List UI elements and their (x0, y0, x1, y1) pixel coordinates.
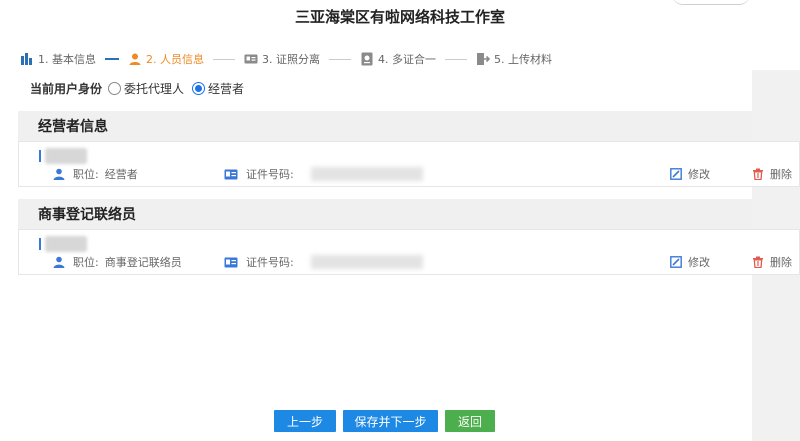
redacted-name (45, 148, 87, 164)
redacted-id-number (311, 167, 423, 181)
step-connector (329, 58, 351, 60)
position-field: 职位: 经营者 (53, 167, 138, 181)
name-marker (39, 238, 41, 250)
user-icon (53, 256, 65, 268)
edit-label[interactable]: 修改 (688, 166, 710, 182)
person-icon (129, 53, 141, 65)
trash-icon (753, 256, 763, 268)
radio-agent[interactable] (108, 81, 122, 95)
step-label: 4. 多证合一 (378, 53, 436, 66)
radio-agent-label[interactable]: 委托代理人 (124, 80, 184, 97)
edit-button[interactable]: 修改 (670, 167, 710, 181)
delete-button[interactable]: 删除 (752, 255, 792, 269)
redacted-id-number (311, 255, 423, 269)
step-label: 1. 基本信息 (38, 53, 96, 66)
id-number-field: 证件号码: (224, 255, 294, 269)
edit-button[interactable]: 修改 (670, 255, 710, 269)
page-title: 三亚海棠区有啦网络科技工作室 (294, 8, 505, 26)
edit-icon (670, 256, 682, 268)
step-connector (445, 58, 467, 60)
step-connector (213, 58, 235, 60)
step-label: 3. 证照分离 (262, 53, 320, 66)
name-marker (39, 150, 41, 162)
identity-selector: 当前用户身份 委托代理人 经营者 (30, 80, 250, 96)
position-label: 职位: (73, 256, 99, 269)
step-personnel-info[interactable]: 2. 人员信息 (128, 51, 204, 67)
section-header-liaison: 商事登记联络员 (18, 199, 752, 229)
position-field: 职位: 商事登记联络员 (53, 255, 182, 269)
section-header-operator: 经营者信息 (18, 111, 752, 141)
save-next-button[interactable]: 保存并下一步 (343, 410, 438, 432)
step-basic-info[interactable]: 1. 基本信息 (20, 51, 96, 67)
id-card-icon (224, 257, 238, 267)
step-license-separation[interactable]: 3. 证照分离 (244, 51, 320, 67)
user-icon (53, 168, 65, 180)
radio-operator[interactable] (192, 81, 206, 95)
person-card-operator: 职位: 经营者 证件号码: 修改 删除 (18, 141, 800, 187)
step-label: 2. 人员信息 (146, 53, 204, 66)
position-value: 经营者 (104, 168, 138, 181)
id-card-icon (244, 54, 258, 64)
id-number-label: 证件号码: (246, 256, 294, 269)
edit-label[interactable]: 修改 (688, 254, 710, 270)
position-value: 商事登记联络员 (104, 256, 182, 269)
edit-icon (670, 168, 682, 180)
top-right-decoration (672, 0, 750, 5)
delete-label[interactable]: 删除 (770, 254, 792, 270)
back-button[interactable]: 返回 (445, 410, 495, 432)
certificate-icon (361, 52, 373, 66)
identity-label: 当前用户身份 (30, 81, 103, 96)
step-connector (105, 58, 119, 60)
redacted-name (45, 236, 87, 252)
section-title: 经营者信息 (38, 119, 108, 135)
step-upload-materials[interactable]: 5. 上传材料 (476, 51, 552, 67)
upload-icon (477, 53, 490, 65)
radio-operator-label[interactable]: 经营者 (208, 80, 244, 97)
delete-label[interactable]: 删除 (770, 166, 792, 182)
progress-steps: 1. 基本信息 2. 人员信息 3. 证照分离 4. 多证合一 5. 上传材料 (20, 50, 552, 68)
prev-step-button[interactable]: 上一步 (274, 410, 336, 432)
building-icon (21, 53, 32, 65)
id-number-field: 证件号码: (224, 167, 294, 181)
id-number-label: 证件号码: (246, 168, 294, 181)
step-multi-certificate[interactable]: 4. 多证合一 (360, 51, 436, 67)
position-label: 职位: (73, 168, 99, 181)
person-card-liaison: 职位: 商事登记联络员 证件号码: 修改 删除 (18, 229, 800, 275)
trash-icon (753, 168, 763, 180)
step-label: 5. 上传材料 (494, 53, 552, 66)
delete-button[interactable]: 删除 (752, 167, 792, 181)
section-title: 商事登记联络员 (38, 207, 136, 223)
id-card-icon (224, 169, 238, 179)
